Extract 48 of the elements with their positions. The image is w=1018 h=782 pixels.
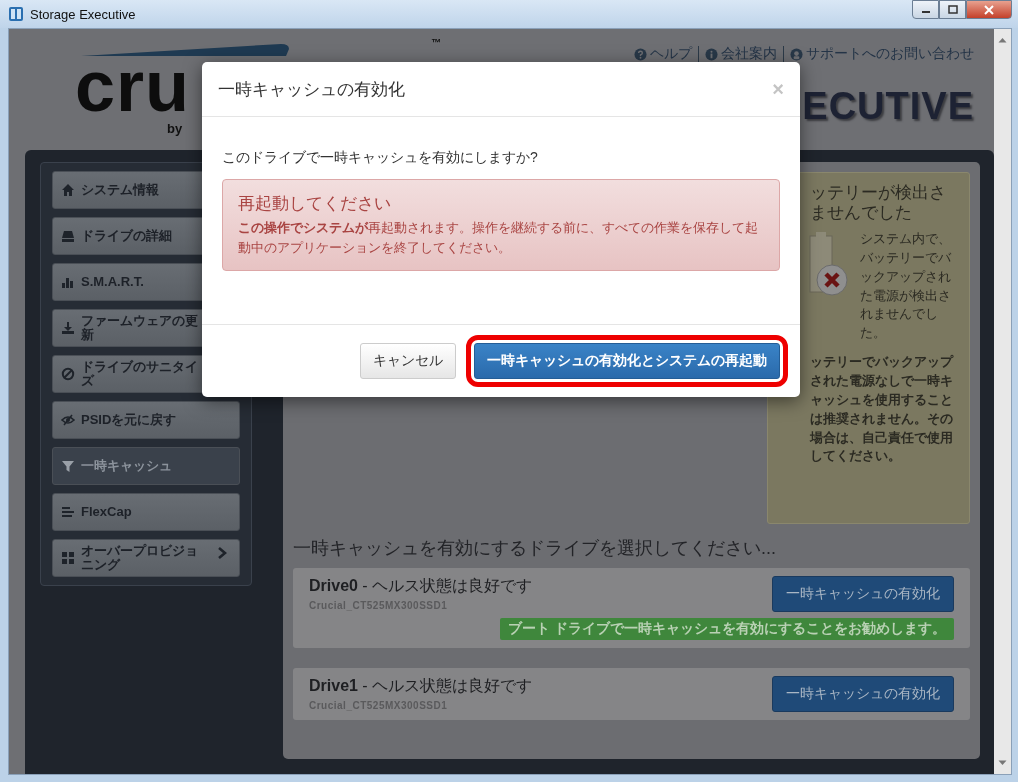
help-icon	[634, 47, 647, 61]
grid-icon	[61, 551, 75, 565]
dialog-question: このドライブで一時キャッシュを有効にしますか?	[222, 149, 539, 167]
person-icon	[790, 47, 803, 61]
close-icon	[983, 4, 995, 15]
dialog-title: 一時キャッシュの有効化	[218, 78, 405, 101]
logo-text: cru	[75, 61, 191, 113]
alert-message: この操作でシステムが再起動されます。操作を継続する前に、すべての作業を保存して起動中のアプリケーションを終了してください。	[238, 219, 759, 258]
maximize-button[interactable]	[939, 0, 966, 19]
drive-icon	[61, 229, 75, 243]
scroll-down-icon[interactable]	[998, 760, 1007, 766]
filter-icon	[61, 459, 75, 473]
scroll-up-icon[interactable]	[998, 37, 1007, 43]
logo-byline: by	[167, 121, 183, 136]
enable-cache-button[interactable]: 一時キャッシュの有効化	[772, 576, 954, 612]
notice-warning: ッテリーでバックアップされた電源なしで一時キャッシュを使用することは推奨されません。その場合は、自己責任で使用してください。	[808, 353, 955, 466]
ban-icon	[61, 367, 75, 381]
close-button[interactable]	[966, 0, 1012, 19]
notice-title: ッテリーが検出さ ませんでした	[809, 183, 947, 223]
download-icon	[61, 321, 75, 335]
header-link[interactable]: ヘルプ	[634, 45, 692, 63]
confirm-button[interactable]: 一時キャッシュの有効化とシステムの再起動	[474, 343, 780, 379]
enable-cache-button[interactable]: 一時キャッシュの有効化	[772, 676, 954, 712]
chart-icon	[61, 275, 75, 289]
list-icon	[61, 505, 75, 519]
header-link[interactable]: 会社案内	[705, 45, 777, 63]
notice-detail: システム内で、バッテリーでバックアップされた電源が検出されませんでした。	[860, 230, 952, 343]
drive-title: Drive0 - ヘルス状態は良好です	[309, 576, 533, 596]
sidebar-item[interactable]: PSIDを元に戻す	[52, 401, 240, 439]
window-title: Storage Executive	[30, 6, 136, 22]
home-icon	[61, 183, 75, 197]
recommendation-badge: ブート ドライブで一時キャッシュを有効にすることをお勧めします。	[500, 618, 954, 640]
product-title: ECUTIVE	[802, 85, 974, 128]
minimize-button[interactable]	[912, 0, 939, 19]
sidebar-item[interactable]: 一時キャッシュ	[52, 447, 240, 485]
sidebar-item[interactable]: FlexCap	[52, 493, 240, 531]
app-icon	[8, 6, 24, 22]
info-icon	[705, 47, 718, 61]
eye-icon	[61, 413, 75, 427]
header-link[interactable]: サポートへのお問い合わせ	[790, 45, 974, 63]
scrollbar[interactable]	[994, 29, 1011, 774]
sidebar-item[interactable]: オーバープロビジョニング	[52, 539, 240, 577]
trademark: ™	[431, 37, 441, 48]
maximize-icon	[947, 5, 958, 14]
alert-heading: 再起動してください	[238, 193, 392, 215]
drive-title: Drive1 - ヘルス状態は良好です	[309, 676, 533, 696]
cancel-button[interactable]: キャンセル	[360, 343, 456, 379]
close-button[interactable]: ×	[772, 77, 784, 101]
